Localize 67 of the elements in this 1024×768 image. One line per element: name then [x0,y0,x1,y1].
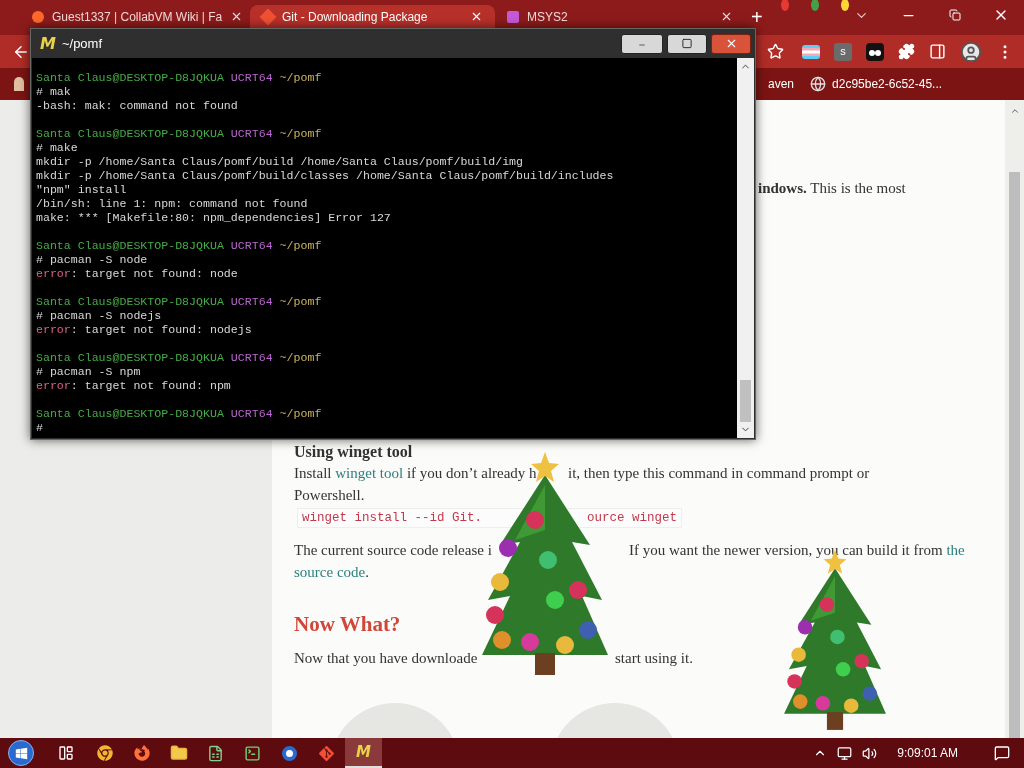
prompt-environment: UCRT64 [230,239,273,253]
command-line: # mak [36,85,71,98]
prompt-path: ~/pomf [279,71,322,85]
body-text: if you don’t already h [405,464,537,483]
winget-link[interactable]: winget tool [335,462,404,484]
prompt-path: ~/pomf [279,351,322,365]
prompt-path: ~/pomf [279,295,322,309]
body-text: . [365,563,369,582]
body-text: If you want the newer version, you can build it from [629,541,944,560]
browser-tab[interactable]: Guest1337 | CollabVM Wiki | Fa [20,5,250,28]
body-text: Install [294,464,333,483]
error-label: error [36,323,71,337]
prompt-user: Santa Claus@DESKTOP-D8JQKUA [36,71,224,85]
extension-button[interactable]: s [834,42,852,61]
command-line: # make [36,141,78,154]
prompt-path: ~/pomf [279,127,322,141]
output-line: "npm" install [36,183,127,196]
code-text: winget install --id Git. [302,509,484,527]
prompt-user: Santa Claus@DESKTOP-D8JQKUA [36,407,224,421]
body-text: start using it. [615,649,693,668]
body-text: Powershell. [294,487,365,503]
intro-text: indows. This is the most [758,179,907,198]
window-title: ~/pomf [61,34,103,53]
source-link[interactable]: the [946,539,965,561]
clock[interactable]: 9:09:01 AM [897,744,958,762]
prompt-environment: UCRT64 [230,295,273,309]
prompt-environment: UCRT64 [230,407,273,421]
section-heading: Using winget tool [294,442,413,462]
new-tab-button[interactable]: + [751,6,763,27]
prompt-path: ~/pomf [279,407,322,421]
code-text: ource winget [587,509,677,527]
prompt-path: ~/pomf [279,239,322,253]
tab-title: Guest1337 | CollabVM Wiki | Fa [52,8,223,26]
error-message: : target not found: node [70,267,238,281]
prompt-environment: UCRT64 [230,351,273,365]
section-heading: Now What? [294,611,401,638]
taskbar-app[interactable]: M [345,738,382,768]
command-line: # pacman -S npm [36,365,141,378]
error-message: : target not found: nodejs [70,323,252,337]
error-label: error [36,379,71,393]
tab-title: Git - Downloading Package [282,8,429,26]
msys-logo: M [356,744,371,760]
output-line: -bash: mak: command not found [36,99,238,112]
body-text: it, then type this command in command prompt or [568,464,870,483]
prompt-user: Santa Claus@DESKTOP-D8JQKUA [36,295,224,309]
error-label: error [36,267,71,281]
browser-tab[interactable]: Git - Downloading Package [250,5,495,28]
prompt-user: Santa Claus@DESKTOP-D8JQKUA [36,351,224,365]
output-line: mkdir -p /home/Santa Claus/pomf/build/classes /home/Santa Claus/pomf/build/includes [36,169,614,182]
body-text: The current source code release i [294,541,493,560]
command-line: # [36,421,43,434]
command-line: # pacman -S node [36,253,148,266]
command-line: # pacman -S nodejs [36,309,162,322]
output-line: mkdir -p /home/Santa Claus/pomf/build /home/Santa Claus/pomf/build/img [36,155,524,168]
msys-logo: M [40,35,56,52]
prompt-user: Santa Claus@DESKTOP-D8JQKUA [36,239,224,253]
bookmark-link[interactable]: aven [768,75,795,93]
prompt-user: Santa Claus@DESKTOP-D8JQKUA [36,127,224,141]
prompt-environment: UCRT64 [230,127,273,141]
error-message: : target not found: npm [70,379,231,393]
bookmark-link[interactable]: d2c95be2-6c52-45... [832,75,943,93]
output-line: /bin/sh: line 1: npm: command not found [36,197,308,210]
output-line: make: *** [Makefile:80: npm_dependencies] Error 127 [36,211,391,224]
body-text: Now that you have downloade [294,649,479,668]
tab-title: MSYS2 [527,8,569,26]
browser-tab[interactable]: MSYS2 [495,5,745,28]
prompt-environment: UCRT64 [230,71,273,85]
